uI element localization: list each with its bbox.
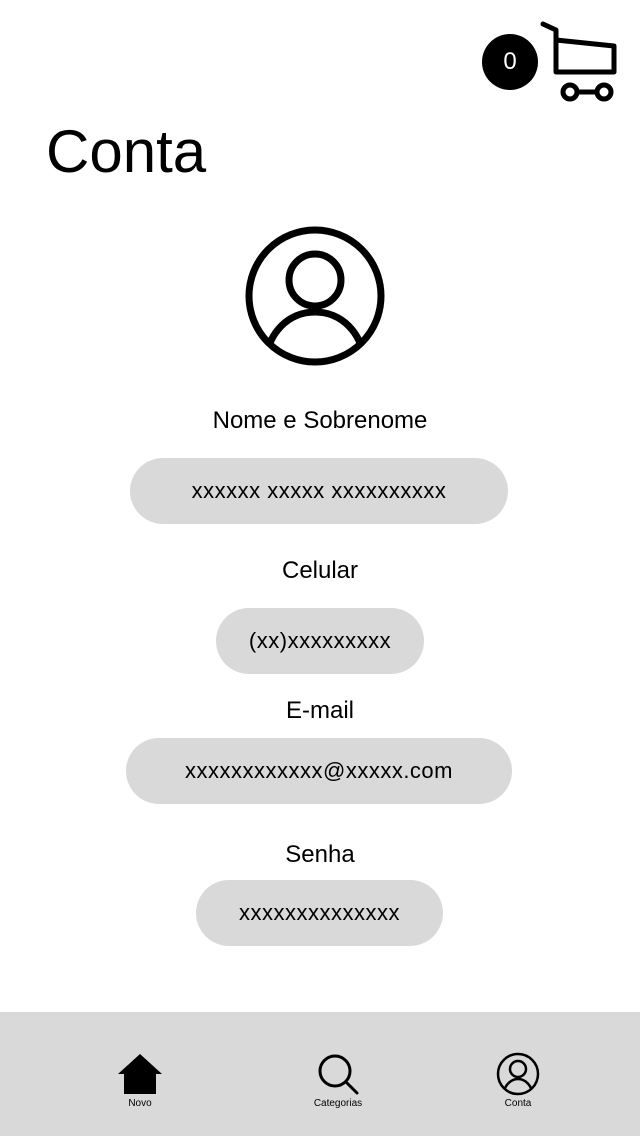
email-field[interactable]: xxxxxxxxxxxx@xxxxx.com (126, 738, 512, 804)
cart-icon[interactable] (540, 20, 620, 104)
name-value: xxxxxx xxxxx xxxxxxxxxx (191, 478, 447, 503)
email-label: E-mail (285, 697, 354, 724)
password-label: Senha (285, 841, 355, 868)
avatar-icon[interactable] (245, 226, 385, 366)
phone-label: Celular (281, 557, 359, 584)
phone-field[interactable]: (xx)xxxxxxxxx (216, 608, 424, 674)
home-icon (118, 1054, 162, 1094)
account-icon (496, 1052, 540, 1096)
page-title: Conta (46, 118, 207, 185)
password-field[interactable]: xxxxxxxxxxxxxx (196, 880, 443, 946)
phone-value: (xx)xxxxxxxxx (248, 628, 392, 653)
email-value: xxxxxxxxxxxx@xxxxx.com (184, 758, 453, 783)
cart-count: 0 (503, 48, 517, 75)
name-field[interactable]: xxxxxx xxxxx xxxxxxxxxx (130, 458, 508, 524)
nav-label-categorias: Categorias (313, 1098, 363, 1109)
cart-count-badge: 0 (482, 34, 538, 90)
nav-item-conta[interactable]: Conta (488, 1052, 548, 1110)
password-value: xxxxxxxxxxxxxx (239, 900, 400, 925)
nav-item-categorias[interactable]: Categorias (298, 1052, 378, 1110)
bottom-nav: Novo Categorias Conta (0, 1012, 640, 1136)
search-icon (318, 1054, 359, 1095)
nav-label-novo: Novo (128, 1098, 152, 1109)
nav-item-novo[interactable]: Novo (110, 1052, 170, 1110)
nav-label-conta: Conta (504, 1098, 532, 1109)
name-label: Nome e Sobrenome (212, 407, 428, 434)
